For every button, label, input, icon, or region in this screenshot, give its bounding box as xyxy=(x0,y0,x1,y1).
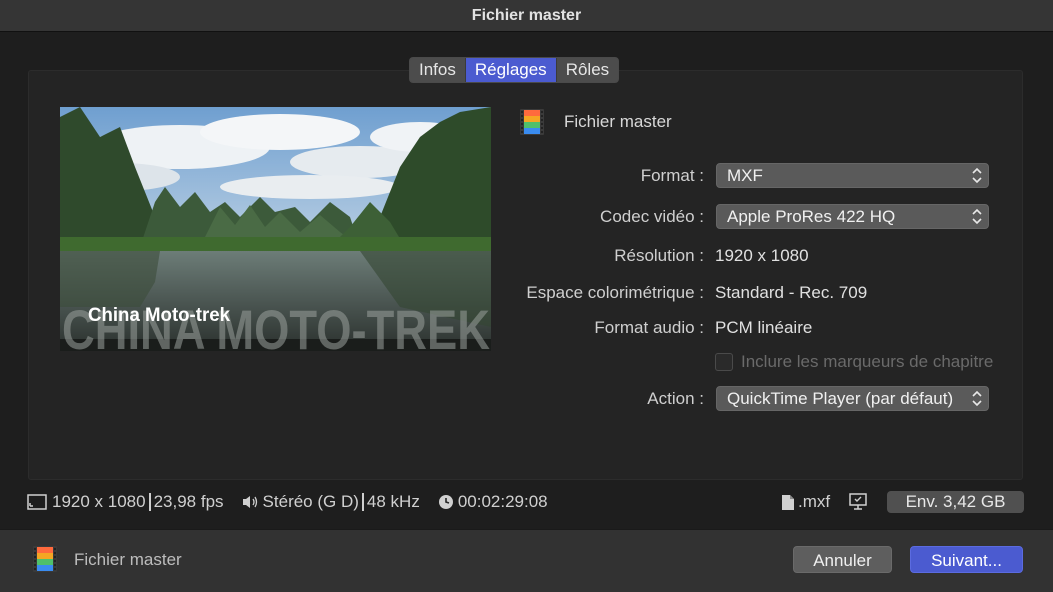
document-icon xyxy=(782,494,794,510)
info-sample-rate: 48 kHz xyxy=(366,492,420,511)
file-type-info: .mxf xyxy=(781,492,868,512)
codec-select[interactable]: Apple ProRes 422 HQ xyxy=(716,204,989,229)
estimated-size-badge: Env. 3,42 GB xyxy=(887,491,1024,513)
preview-title-small: China Moto-trek xyxy=(88,305,230,326)
media-info-bar: 1920 x 1080 23,98 fps Stéréo (G D) 48 kH… xyxy=(27,492,548,512)
divider xyxy=(148,493,151,511)
codec-value: Apple ProRes 422 HQ xyxy=(727,207,896,226)
frame-size-icon xyxy=(27,494,47,510)
window-title: Fichier master xyxy=(0,0,1053,32)
tab-roles[interactable]: Rôles xyxy=(557,58,618,82)
film-file-icon xyxy=(520,109,544,135)
updown-chevron-icon xyxy=(972,208,982,225)
format-label: Format : xyxy=(640,166,704,185)
computer-display-icon xyxy=(849,493,867,510)
format-select[interactable]: MXF xyxy=(716,163,989,188)
info-extension: .mxf xyxy=(798,492,831,511)
action-select[interactable]: QuickTime Player (par défaut) xyxy=(716,386,989,411)
tab-bar: Infos Réglages Rôles xyxy=(409,57,620,83)
film-file-icon xyxy=(33,546,57,572)
updown-chevron-icon xyxy=(972,390,982,407)
tab-infos[interactable]: Infos xyxy=(410,58,466,82)
colorspace-label: Espace colorimétrique : xyxy=(526,283,704,302)
audio-format-label: Format audio : xyxy=(594,318,704,337)
clock-icon xyxy=(438,495,453,509)
footer-title: Fichier master xyxy=(74,550,182,569)
action-value: QuickTime Player (par défaut) xyxy=(727,389,954,408)
video-preview: CHINA MOTO-TREK China Moto-trek xyxy=(60,107,491,351)
resolution-value: 1920 x 1080 xyxy=(715,246,809,265)
colorspace-value: Standard - Rec. 709 xyxy=(715,283,868,302)
format-value: MXF xyxy=(727,166,763,185)
chapter-markers-label: Inclure les marqueurs de chapitre xyxy=(741,352,994,371)
resolution-label: Résolution : xyxy=(614,246,704,265)
cancel-button[interactable]: Annuler xyxy=(793,546,892,573)
chapter-markers-checkbox[interactable] xyxy=(715,353,733,371)
codec-label: Codec vidéo : xyxy=(600,207,704,226)
chapter-markers-row: Inclure les marqueurs de chapitre xyxy=(715,352,993,372)
audio-format-value: PCM linéaire xyxy=(715,318,813,337)
landscape-thumbnail: CHINA MOTO-TREK China Moto-trek xyxy=(60,107,491,351)
speaker-icon xyxy=(242,496,257,508)
info-audio-channels: Stéréo (G D) xyxy=(262,492,359,511)
info-fps: 23,98 fps xyxy=(153,492,224,511)
info-duration: 00:02:29:08 xyxy=(457,492,548,511)
next-button[interactable]: Suivant... xyxy=(910,546,1023,573)
action-label: Action : xyxy=(647,389,704,408)
info-resolution: 1920 x 1080 xyxy=(52,492,146,511)
divider xyxy=(361,493,364,511)
destination-title: Fichier master xyxy=(564,112,672,131)
updown-chevron-icon xyxy=(972,167,982,184)
tab-reglages[interactable]: Réglages xyxy=(465,58,557,82)
